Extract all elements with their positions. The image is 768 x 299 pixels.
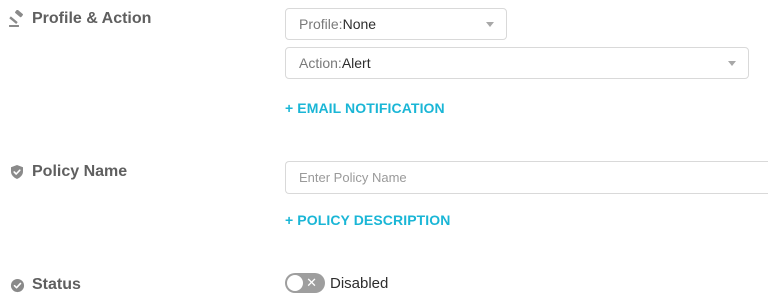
shield-icon [8,163,26,181]
profile-select[interactable]: Profile: None [285,8,507,40]
status-label: Status [8,276,81,294]
toggle-knob [287,275,303,291]
profile-action-title: Profile & Action [32,10,152,27]
gavel-icon [8,10,26,28]
policy-name-label: Policy Name [8,163,127,181]
action-select-value: Alert [341,55,371,71]
policy-name-input[interactable] [285,161,768,194]
policy-name-title: Policy Name [32,163,128,180]
status-toggle-label: Disabled [330,274,389,292]
close-icon: ✕ [306,275,317,290]
status-title: Status [32,276,81,293]
chevron-down-icon [486,22,494,27]
action-select[interactable]: Action: Alert [285,47,749,79]
check-circle-icon [8,276,26,294]
add-email-notification-link[interactable]: + EMAIL NOTIFICATION [285,100,445,116]
chevron-down-icon [728,61,736,66]
profile-select-value: None [342,16,377,32]
profile-action-label: Profile & Action [8,10,151,28]
action-select-prefix: Action: [299,55,342,71]
status-toggle-row: ✕ Disabled [285,273,388,293]
profile-select-prefix: Profile: [299,16,343,32]
add-policy-description-link[interactable]: + POLICY DESCRIPTION [285,212,451,228]
status-toggle[interactable]: ✕ [285,273,325,293]
